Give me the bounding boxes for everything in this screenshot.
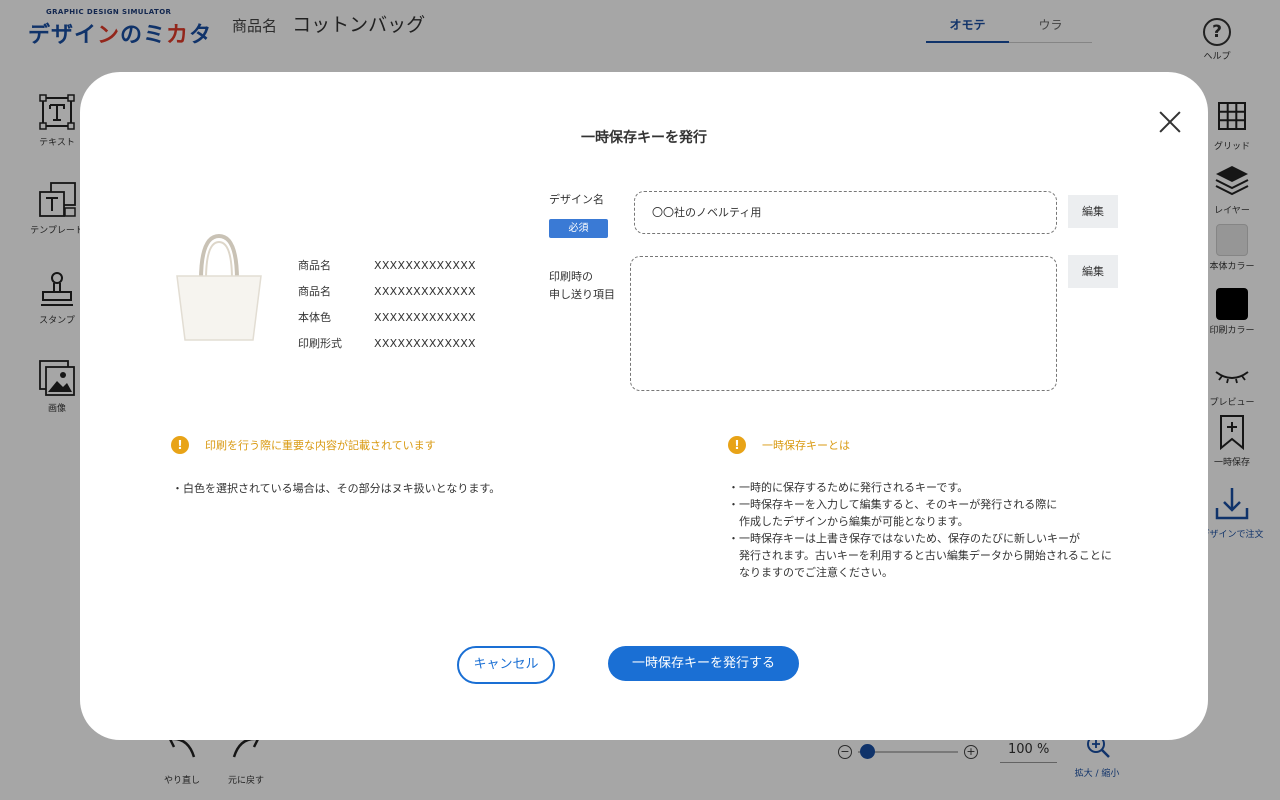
info-row: 本体色 XXXXXXXXXXXXX <box>298 304 476 330</box>
warning-icon: ! <box>728 436 746 454</box>
info-row: 商品名 XXXXXXXXXXXXX <box>298 278 476 304</box>
issue-temp-key-button[interactable]: 一時保存キーを発行する <box>608 646 799 681</box>
dialog-title: 一時保存キーを発行 <box>581 130 707 146</box>
notes-label-line: 印刷時の <box>549 270 593 283</box>
warning-icon: ! <box>171 436 189 454</box>
info-label: 本体色 <box>298 311 331 324</box>
design-name-label: デザイン名 <box>549 193 604 206</box>
info-label: 印刷形式 <box>298 337 342 350</box>
notes-label-line: 申し送り項目 <box>549 288 615 301</box>
edit-design-name-button[interactable]: 編集 <box>1068 195 1118 228</box>
notice-line: ・一時保存キーを入力して編集すると、そのキーが発行される際に <box>728 498 1058 511</box>
info-value: XXXXXXXXXXXXX <box>374 336 476 350</box>
info-row: 印刷形式 XXXXXXXXXXXXX <box>298 330 476 356</box>
notice-line: 発行されます。古いキーを利用すると古い編集データから開始されることに <box>728 549 1112 562</box>
notice-line: 作成したデザインから編集が可能となります。 <box>728 515 969 528</box>
info-value: XXXXXXXXXXXXX <box>374 284 476 298</box>
notes-label: 印刷時の 申し送り項目 <box>549 268 615 304</box>
notice-line: なりますのでご注意ください。 <box>728 566 893 579</box>
product-info: 商品名 XXXXXXXXXXXXX 商品名 XXXXXXXXXXXXX 本体色 … <box>298 252 476 356</box>
important-notice-body: ・白色を選択されている場合は、その部分はヌキ扱いとなります。 <box>172 480 500 497</box>
notice-title: 印刷を行う際に重要な内容が記載されています <box>205 439 436 452</box>
design-name-input[interactable]: 〇〇社のノベルティ用 <box>634 191 1057 234</box>
info-row: 商品名 XXXXXXXXXXXXX <box>298 252 476 278</box>
required-badge: 必須 <box>549 219 608 238</box>
print-notes-textarea[interactable] <box>630 256 1057 391</box>
notice-title: 一時保存キーとは <box>762 439 850 452</box>
notice-line: ・一時保存キーは上書き保存ではないため、保存のたびに新しいキーが <box>728 532 1080 545</box>
info-label: 商品名 <box>298 285 331 298</box>
cancel-button[interactable]: キャンセル <box>457 646 555 684</box>
temp-key-notice-body: ・一時的に保存するために発行されるキーです。 ・一時保存キーを入力して編集すると… <box>728 479 1112 581</box>
edit-notes-button[interactable]: 編集 <box>1068 255 1118 288</box>
temp-key-notice-header: ! 一時保存キーとは <box>728 436 850 454</box>
notice-line: ・一時的に保存するために発行されるキーです。 <box>728 481 969 494</box>
close-icon[interactable] <box>1159 111 1181 133</box>
notice-line: ・白色を選択されている場合は、その部分はヌキ扱いとなります。 <box>172 482 501 495</box>
info-value: XXXXXXXXXXXXX <box>374 258 476 272</box>
important-notice-header: ! 印刷を行う際に重要な内容が記載されています <box>171 436 436 454</box>
info-label: 商品名 <box>298 259 331 272</box>
tote-bag-image <box>176 233 262 341</box>
info-value: XXXXXXXXXXXXX <box>374 310 476 324</box>
issue-temp-key-dialog: 一時保存キーを発行 商品名 XXXXXXXXXXXXX 商品名 XXXXXXXX… <box>80 72 1208 740</box>
